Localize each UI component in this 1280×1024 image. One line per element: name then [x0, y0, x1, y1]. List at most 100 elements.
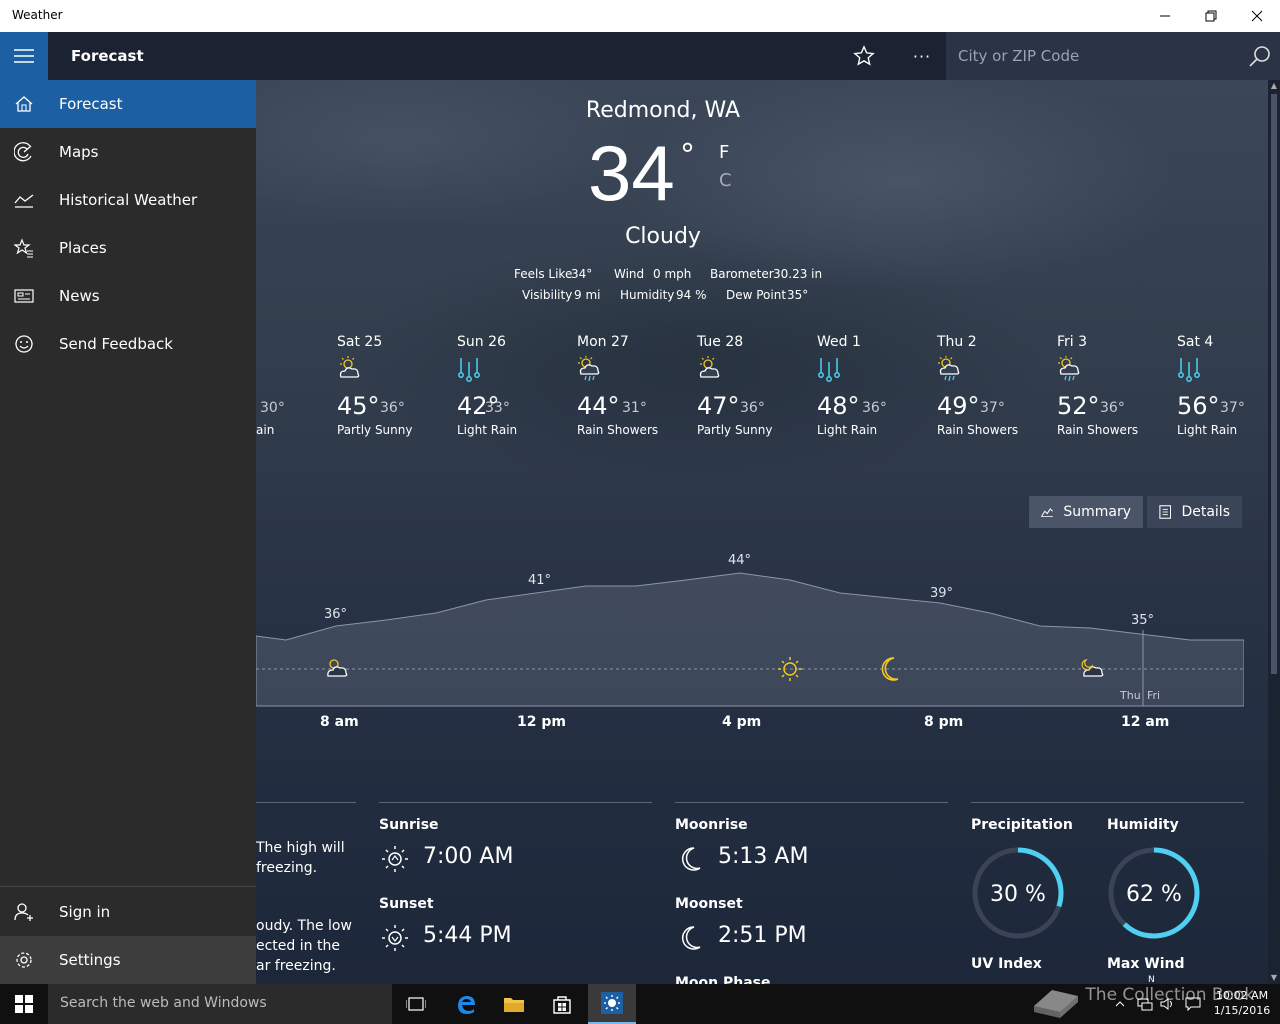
- daily-forecast-item[interactable]: Wed 1 48° 36° Light Rain: [817, 334, 933, 437]
- close-icon: [1251, 10, 1263, 22]
- nav-item-sign-in[interactable]: Sign in: [0, 888, 256, 936]
- start-button[interactable]: [0, 984, 48, 1024]
- nav-label: Send Feedback: [59, 335, 173, 353]
- rain-showers-icon: [1057, 356, 1173, 382]
- watermark: The Collection Book: [1030, 972, 1254, 1018]
- section-divider: [675, 802, 948, 803]
- day-condition: Rain Showers: [1057, 423, 1139, 437]
- uv-index-label: UV Index: [971, 956, 1042, 972]
- location-name: Redmond, WA: [585, 98, 741, 123]
- book-logo-icon: [1034, 990, 1078, 1018]
- details-button[interactable]: Details: [1147, 496, 1242, 528]
- day-high: 56°: [1177, 392, 1220, 420]
- nav-item-settings[interactable]: Settings: [0, 936, 256, 984]
- day-boundary-fri: Fri: [1147, 689, 1160, 702]
- minimize-button[interactable]: [1142, 0, 1188, 32]
- feels-like-label: Feels Like: [514, 267, 573, 281]
- search-box[interactable]: [946, 32, 1280, 80]
- nav-item-maps[interactable]: Maps: [0, 128, 256, 176]
- hour-label: 12 pm: [517, 714, 566, 730]
- day-condition: Rain Showers: [577, 423, 659, 437]
- wind-value: 0 mph: [653, 267, 692, 281]
- scrollbar-thumb[interactable]: [1271, 94, 1277, 674]
- close-button[interactable]: [1234, 0, 1280, 32]
- hamburger-menu-button[interactable]: [0, 32, 48, 80]
- hourly-temperature-area: [256, 572, 1244, 707]
- day-high: 48°: [817, 392, 860, 420]
- add-favorite-button[interactable]: [846, 38, 882, 74]
- nav-item-places[interactable]: Places: [0, 224, 256, 272]
- nav-item-news[interactable]: News: [0, 272, 256, 320]
- store-bag-icon: [553, 996, 571, 1014]
- chart-icon: [14, 194, 34, 208]
- day-condition: Rain Showers: [937, 423, 1019, 437]
- daily-forecast-item[interactable]: Sat 4 56° 37° Light Rain: [1177, 334, 1280, 437]
- taskbar-search-placeholder: Search the web and Windows: [60, 995, 267, 1011]
- section-divider: [379, 802, 652, 803]
- nav-item-historical-weather[interactable]: Historical Weather: [0, 176, 256, 224]
- humidity-stat-label: Humidity: [1107, 817, 1179, 833]
- file-explorer-button[interactable]: [490, 984, 538, 1024]
- daily-forecast-item[interactable]: Fri 3 52° 36° Rain Showers: [1057, 334, 1173, 437]
- nav-item-forecast[interactable]: Forecast: [0, 80, 256, 128]
- barometer-label: Barometer: [710, 267, 774, 281]
- taskbar-search-box[interactable]: Search the web and Windows: [48, 984, 392, 1024]
- more-options-button[interactable]: ···: [904, 38, 940, 74]
- day-condition: Partly Sunny: [697, 423, 773, 437]
- day-name: Thu 2: [937, 334, 977, 350]
- store-button[interactable]: [538, 984, 586, 1024]
- search-input[interactable]: [946, 32, 1236, 80]
- edge-browser-button[interactable]: [442, 984, 490, 1024]
- daily-forecast-item[interactable]: Mon 27 44° 31° Rain Showers: [577, 334, 693, 437]
- moonset-icon: [681, 926, 701, 950]
- daily-forecast-item[interactable]: Sun 26 42° 33° Light Rain: [457, 334, 573, 437]
- nav-label: Sign in: [59, 903, 111, 921]
- chart-temp-label: 41°: [528, 573, 551, 588]
- precipitation-value: 30 %: [990, 882, 1046, 907]
- day-condition: ain: [256, 423, 275, 437]
- feels-like-value: 34°: [571, 267, 593, 281]
- day-name: Wed 1: [817, 334, 861, 350]
- day-low: 31°: [622, 400, 647, 416]
- hourly-temperature-chart: 36° 41° 44° 39° 35° Thu Fri: [256, 553, 1244, 707]
- scroll-up-icon[interactable]: ▲: [1268, 80, 1280, 92]
- daily-forecast-item[interactable]: Sat 25 45° 36° Partly Sunny: [337, 334, 453, 437]
- unit-fahrenheit-toggle[interactable]: F: [719, 142, 729, 163]
- daily-forecast-item[interactable]: Tue 28 47° 36° Partly Sunny: [697, 334, 813, 437]
- daily-forecast-item[interactable]: Thu 2 49° 37° Rain Showers: [937, 334, 1053, 437]
- app-header: Forecast ···: [0, 32, 1280, 80]
- unit-celsius-toggle[interactable]: C: [719, 170, 732, 191]
- nav-item-send-feedback[interactable]: Send Feedback: [0, 320, 256, 368]
- light-rain-icon: [457, 356, 573, 382]
- sunrise-label: Sunrise: [379, 817, 439, 833]
- day-high: 44°: [577, 392, 620, 420]
- summary-button[interactable]: Summary: [1029, 496, 1143, 528]
- sunrise-icon: [382, 846, 408, 872]
- task-view-button[interactable]: [392, 984, 440, 1024]
- day-name: Fri 3: [1057, 334, 1088, 350]
- sunset-icon: [382, 925, 408, 951]
- day-condition: Light Rain: [1177, 423, 1238, 437]
- radar-icon: [14, 142, 32, 162]
- page-title: Forecast: [71, 47, 144, 65]
- dew-point-value: 35°: [787, 288, 809, 302]
- day-name: Sun 26: [457, 334, 506, 350]
- minimize-icon: [1160, 15, 1170, 17]
- restore-icon: [1205, 10, 1217, 22]
- day-name: Mon 27: [577, 334, 629, 350]
- rain-showers-icon: [937, 356, 1053, 382]
- day-name: Tue 28: [697, 334, 744, 350]
- day-high: 49°: [937, 392, 980, 420]
- scroll-down-icon[interactable]: ▼: [1268, 972, 1280, 984]
- star-list-icon: [14, 238, 33, 258]
- visibility-value: 9 mi: [574, 288, 601, 302]
- restore-button[interactable]: [1188, 0, 1234, 32]
- humidity-label: Humidity: [620, 288, 675, 302]
- search-icon[interactable]: [1248, 44, 1272, 68]
- vertical-scrollbar[interactable]: ▲ ▼: [1268, 80, 1280, 984]
- chart-temp-label: 36°: [324, 607, 347, 622]
- day-low: 36°: [380, 400, 405, 416]
- weather-app-button[interactable]: [588, 984, 636, 1024]
- dew-point-label: Dew Point: [726, 288, 787, 302]
- sunset-time: 5:44 PM: [423, 923, 512, 948]
